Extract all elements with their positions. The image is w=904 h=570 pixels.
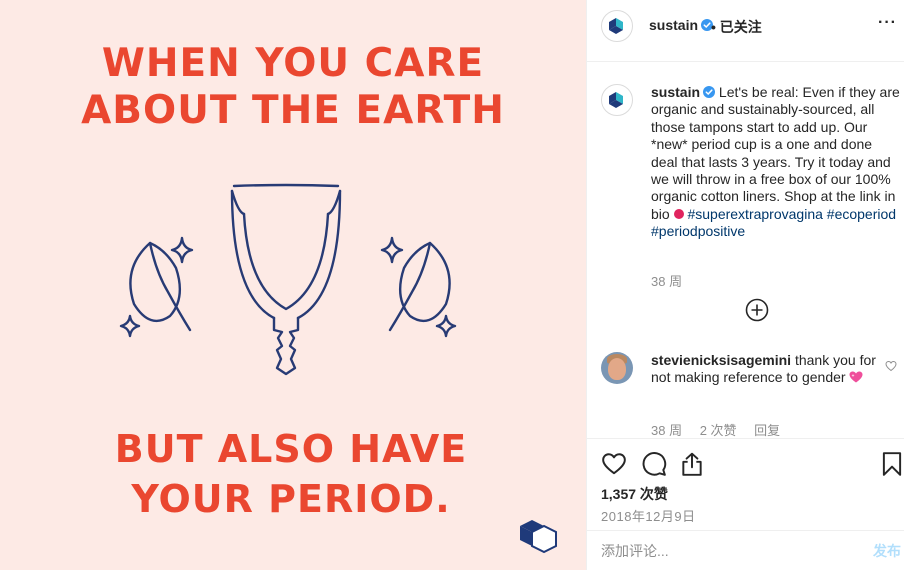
comment-like-heart-icon[interactable] xyxy=(885,360,897,372)
sparkle-icon xyxy=(119,314,141,338)
heart-icon[interactable] xyxy=(601,451,627,477)
caption-text: Let's be real: Even if they are organic … xyxy=(651,84,900,222)
caption-username[interactable]: sustain xyxy=(651,84,700,100)
account-username[interactable]: sustain xyxy=(649,17,714,33)
comment-timestamp[interactable]: 38 周 xyxy=(651,423,682,438)
sparkling-heart-icon xyxy=(849,371,863,383)
comment-meta: 38 周 2 次赞 回复 xyxy=(651,420,794,439)
account-avatar[interactable] xyxy=(601,10,633,42)
headline-line: BUT ALSO HAVE xyxy=(114,427,468,471)
comment-item: stevienicksisagemini thank you for not m… xyxy=(651,352,883,387)
sustain-logo-icon xyxy=(520,520,557,554)
leaf-right-icon xyxy=(388,241,451,332)
post-comment-button[interactable]: 发布 xyxy=(873,541,901,561)
post-header: sustain • 已关注 ··· xyxy=(587,0,904,62)
add-comment-bar: 发布 xyxy=(587,530,904,570)
follow-status[interactable]: • 已关注 xyxy=(711,17,762,37)
plus-circle-icon[interactable] xyxy=(745,298,769,322)
avatar-face xyxy=(608,358,626,380)
sustain-logo-icon xyxy=(609,92,623,108)
comment-username[interactable]: stevienicksisagemini xyxy=(651,352,791,368)
headline-line: YOUR PERIOD. xyxy=(131,477,451,521)
sparkle-icon xyxy=(435,314,457,338)
caption-hashtags[interactable]: #superextraprovagina #ecoperiod #periodp… xyxy=(651,206,896,239)
post-date[interactable]: 2018年12月9日 xyxy=(601,506,696,525)
verified-badge-icon xyxy=(703,86,716,98)
bookmark-icon[interactable] xyxy=(879,451,904,477)
commenter-avatar[interactable] xyxy=(601,352,633,384)
comment-icon[interactable] xyxy=(641,451,667,477)
sustain-logo-icon xyxy=(609,18,623,34)
menstrual-cup-icon xyxy=(230,183,342,376)
username-text[interactable]: sustain xyxy=(649,17,698,33)
post-side-panel: sustain • 已关注 ··· sustain Let's be real:… xyxy=(586,0,904,570)
comments-area: sustain Let's be real: Even if they are … xyxy=(587,62,904,438)
caption-avatar[interactable] xyxy=(601,84,633,116)
post-actions: 1,357 次赞 2018年12月9日 xyxy=(587,438,904,530)
more-options-icon[interactable]: ··· xyxy=(878,14,897,32)
sparkle-icon xyxy=(380,236,404,264)
caption-timestamp[interactable]: 38 周 xyxy=(651,271,682,290)
post-caption: sustain Let's be real: Even if they are … xyxy=(651,84,901,241)
sparkle-icon xyxy=(170,236,194,264)
likes-count[interactable]: 1,357 次赞 xyxy=(601,484,668,504)
reply-button[interactable]: 回复 xyxy=(754,423,780,438)
post-image[interactable]: WHEN YOU CARE ABOUT THE EARTH BUT ALSO H… xyxy=(0,0,586,570)
poster-headline-bottom: BUT ALSO HAVE YOUR PERIOD. xyxy=(0,424,584,524)
share-icon[interactable] xyxy=(679,451,705,477)
comment-likes[interactable]: 2 次赞 xyxy=(700,423,737,438)
comment-input[interactable] xyxy=(601,541,841,561)
round-pushpin-icon xyxy=(673,208,684,219)
